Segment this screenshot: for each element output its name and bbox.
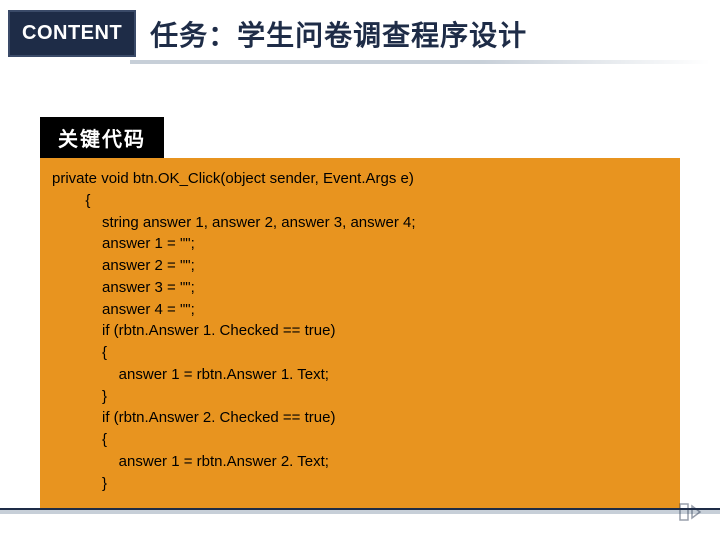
page-title: 任务：学生问卷调查程序设计	[150, 14, 527, 54]
code-label: 关键代码	[40, 117, 164, 158]
code-block: private void btn.OK_Click(object sender,…	[40, 158, 680, 508]
title-underline	[130, 60, 710, 64]
slide-nav-icon	[678, 500, 702, 524]
header: CONTENT 任务：学生问卷调查程序设计	[0, 0, 720, 57]
footer-divider	[0, 508, 720, 514]
content-badge: CONTENT	[8, 10, 136, 57]
code-section: 关键代码 private void btn.OK_Click(object se…	[40, 117, 680, 508]
